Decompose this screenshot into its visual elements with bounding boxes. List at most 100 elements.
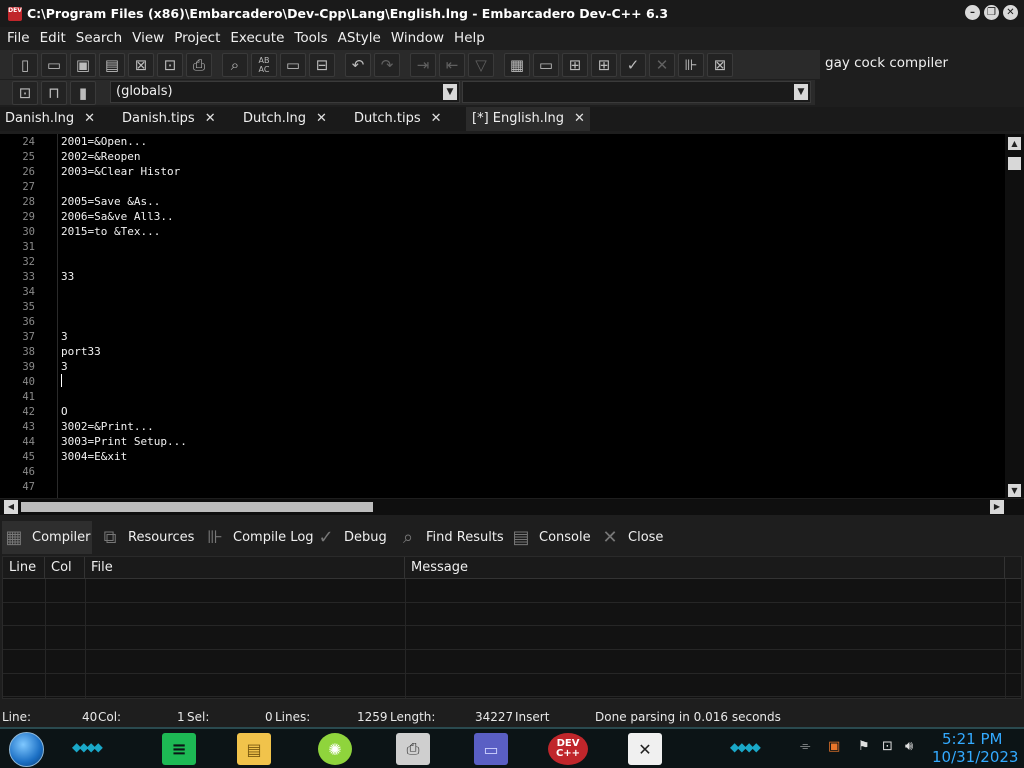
menu-view[interactable]: View — [127, 30, 169, 46]
close-icon[interactable]: ✕ — [205, 111, 216, 126]
close-icon[interactable]: ✕ — [574, 111, 585, 126]
spotify-icon[interactable]: ≡ — [162, 733, 196, 765]
flag-icon[interactable]: ⚑ — [858, 739, 870, 754]
layout-tiles-icon[interactable]: ⊞ — [591, 52, 617, 77]
close-all-icon[interactable]: ⊡ — [157, 52, 183, 77]
find-icon[interactable]: ⌕ — [222, 52, 248, 77]
comment-icon[interactable]: ▽ — [468, 52, 494, 77]
open-folder-icon[interactable]: ▭ — [41, 52, 67, 77]
layout-window-icon[interactable]: ▭ — [533, 52, 559, 77]
menu-help[interactable]: Help — [449, 30, 490, 46]
menu-edit[interactable]: Edit — [35, 30, 71, 46]
save-icon[interactable]: ▣ — [70, 52, 96, 77]
globals-select[interactable]: (globals) ▼ — [110, 81, 460, 103]
editor-horizontal-scrollbar[interactable]: ◀ ▶ — [0, 499, 1024, 515]
code-editor[interactable]: 24 25 26 27 28 29 30 31 32 33 34 35 36 3… — [0, 134, 1005, 498]
scroll-up-icon[interactable]: ▲ — [1008, 137, 1021, 150]
code-line[interactable]: 3003=Print Setup... — [61, 435, 187, 448]
project-insert-icon[interactable]: ⊡ — [12, 80, 38, 105]
compiler-selector[interactable]: gay cock compiler — [825, 55, 948, 71]
scroll-thumb[interactable] — [21, 502, 373, 512]
tab-dutch-lng[interactable]: Dutch.lng ✕ — [243, 107, 327, 131]
code-line[interactable]: 2003=&Clear Histor — [61, 165, 180, 178]
file-explorer-icon[interactable]: ▤ — [237, 733, 271, 765]
volume-icon[interactable]: 🔊︎ — [905, 739, 913, 754]
undo-icon[interactable]: ↶ — [345, 52, 371, 77]
chevron-down-icon[interactable]: ▼ — [443, 84, 457, 100]
notepad-app-icon[interactable]: ✕ — [628, 733, 662, 765]
minimize-icon[interactable]: – — [965, 5, 980, 20]
network-icon[interactable]: ⊡ — [882, 739, 893, 754]
unindent-icon[interactable]: ⇤ — [439, 52, 465, 77]
tray-app-icon[interactable]: ▣ — [828, 739, 840, 754]
scroll-thumb[interactable] — [1008, 157, 1021, 170]
close-file-icon[interactable]: ⊠ — [128, 52, 154, 77]
indent-icon[interactable]: ⇥ — [410, 52, 436, 77]
card-app-icon[interactable]: ▭ — [474, 733, 508, 765]
new-file-icon[interactable]: ▯ — [12, 52, 38, 77]
code-line[interactable]: 2005=Save &As.. — [61, 195, 160, 208]
lime-app-icon[interactable]: ✺ — [318, 733, 352, 765]
tab-compile-log[interactable]: ⊪ Compile Log — [203, 521, 313, 554]
code-line[interactable]: 33 — [61, 270, 74, 283]
redo-icon[interactable]: ↷ — [374, 52, 400, 77]
code-line[interactable]: port33 — [61, 345, 101, 358]
tab-debug[interactable]: ✓ Debug — [314, 521, 386, 554]
profile-chart-icon[interactable]: ⊪ — [678, 52, 704, 77]
goto-line-icon[interactable]: ▭ — [280, 52, 306, 77]
chevron-down-icon[interactable]: ▼ — [794, 84, 808, 100]
code-line[interactable]: 3 — [61, 330, 68, 343]
close-icon[interactable]: ✕ — [431, 111, 442, 126]
tab-english-lng[interactable]: [*] English.lng ✕ — [466, 107, 590, 131]
editor-vertical-scrollbar[interactable]: ▲ ▼ — [1005, 134, 1024, 498]
column-header-line[interactable]: Line — [3, 557, 45, 579]
tab-console[interactable]: ▤ Console — [509, 521, 590, 554]
close-icon[interactable]: ✕ — [84, 111, 95, 126]
tab-find-results[interactable]: ⌕ Find Results — [396, 521, 504, 554]
print-icon[interactable]: ⎙ — [186, 52, 212, 77]
close-icon[interactable]: ✕ — [1003, 5, 1018, 20]
close-icon[interactable]: ✕ — [316, 111, 327, 126]
menu-window[interactable]: Window — [386, 30, 449, 46]
menu-search[interactable]: Search — [71, 30, 127, 46]
tab-resources[interactable]: ⧉ Resources — [98, 521, 195, 554]
tab-close[interactable]: ✕ Close — [598, 521, 663, 554]
save-all-icon[interactable]: ▤ — [99, 52, 125, 77]
devcpp-icon[interactable]: DEV C++ — [548, 733, 588, 765]
bookmark-toggle-icon[interactable]: ▮ — [70, 80, 96, 105]
replace-icon[interactable]: AB AC — [251, 52, 277, 77]
scroll-right-icon[interactable]: ▶ — [990, 500, 1004, 514]
tab-danish-lng[interactable]: Danish.lng ✕ — [5, 107, 95, 131]
menu-file[interactable]: File — [2, 30, 35, 46]
printer-app-icon[interactable]: ⎙ — [396, 733, 430, 765]
code-line[interactable]: 2006=Sa&ve All3.. — [61, 210, 174, 223]
menu-astyle[interactable]: AStyle — [333, 30, 386, 46]
layout-split-icon[interactable]: ⊞ — [562, 52, 588, 77]
code-line[interactable]: 3002=&Print... — [61, 420, 154, 433]
tab-compiler[interactable]: ▦ Compiler — [2, 521, 92, 554]
scroll-left-icon[interactable]: ◀ — [4, 500, 18, 514]
goto-bookmark-icon[interactable]: ⊟ — [309, 52, 335, 77]
code-line[interactable]: 2002=&Reopen — [61, 150, 140, 163]
compiler-messages-grid[interactable]: Line Col File Message — [2, 556, 1022, 699]
layout-grid-icon[interactable]: ▦ — [504, 52, 530, 77]
code-line[interactable]: 2001=&Open... — [61, 135, 147, 148]
maximize-icon[interactable]: ❐ — [984, 5, 999, 20]
compile-check-icon[interactable]: ✓ — [620, 52, 646, 77]
column-header-file[interactable]: File — [85, 557, 405, 579]
code-line[interactable]: O — [61, 405, 68, 418]
menu-execute[interactable]: Execute — [225, 30, 289, 46]
code-line[interactable]: 3 — [61, 360, 68, 373]
function-select[interactable]: ▼ — [462, 81, 811, 103]
devcpp-app-icon[interactable]: DEV — [8, 6, 22, 21]
code-line[interactable]: 3004=E&xit — [61, 450, 127, 463]
tab-dutch-tips[interactable]: Dutch.tips ✕ — [354, 107, 442, 131]
menu-project[interactable]: Project — [169, 30, 225, 46]
delete-profile-icon[interactable]: ⊠ — [707, 52, 733, 77]
scroll-down-icon[interactable]: ▼ — [1008, 484, 1021, 497]
start-button[interactable] — [9, 732, 44, 767]
code-line[interactable]: 2015=to &Tex... — [61, 225, 160, 238]
stop-execution-icon[interactable]: ✕ — [649, 52, 675, 77]
tab-danish-tips[interactable]: Danish.tips ✕ — [122, 107, 216, 131]
bookmark-icon[interactable]: ⊓ — [41, 80, 67, 105]
